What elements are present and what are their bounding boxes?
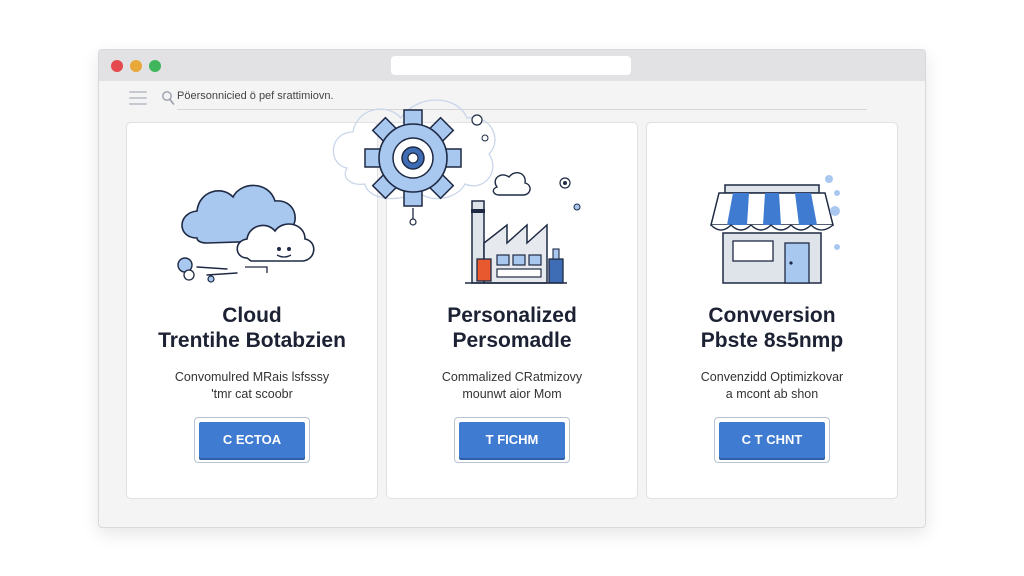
hamburger-menu-icon[interactable] [129, 91, 147, 105]
card-desc-line-2: mounwt aior Mom [462, 387, 562, 401]
card-title: Personalized Persomadle [387, 303, 637, 353]
minimize-window-button[interactable] [130, 60, 142, 72]
toolbar: Pöersonnicied ö pef srattimiovn. [99, 81, 925, 115]
card-cta-button[interactable]: C ECTOA [194, 417, 310, 463]
browser-window: Pöersonnicied ö pef srattimiovn. Cloud T… [98, 49, 926, 528]
card-cta-label[interactable]: T FICHM [459, 422, 565, 458]
card-title-line-2: Persomadle [452, 329, 572, 352]
close-window-button[interactable] [111, 60, 123, 72]
card-desc-line-1: Commalized CRatmizovy [441, 370, 583, 384]
maximize-window-button[interactable] [149, 60, 161, 72]
card-desc-line-2: 'tmr cat scoobr [211, 387, 293, 401]
card-title-line-1: Cloud [222, 304, 282, 327]
card-desc-line-1: Convomulred MRais lsfsssy [174, 370, 330, 384]
card-description: Commalized CRatmizovy mounwt aior Mom [387, 369, 637, 403]
search-query-text[interactable]: Pöersonnicied ö pef srattimiovn. [177, 90, 334, 102]
card-title-line-1: Personalized [447, 304, 577, 327]
search-underline [177, 109, 867, 110]
address-bar[interactable] [391, 56, 631, 75]
gear-icon [332, 99, 496, 226]
card-title-line-2: Pbste 8s5nmp [700, 329, 844, 352]
card-cta-button[interactable]: C T CHNT [714, 417, 830, 463]
card-cta-label[interactable]: C T CHNT [719, 422, 825, 458]
card-description: Convenzidd Optimizkovar a mcont ab shon [647, 369, 897, 403]
cloud-icon [177, 184, 315, 283]
card-title-line-1: Convversion [708, 304, 836, 327]
card-title-line-2: Trentihe Botabzien [158, 329, 346, 352]
storefront-icon [710, 175, 840, 284]
card-desc-line-1: Convenzidd Optimizkovar [700, 370, 844, 384]
card-title: Cloud Trentihe Botabzien [127, 303, 377, 353]
card-conversion: Convversion Pbste 8s5nmp Convenzidd Opti… [646, 122, 898, 499]
card-description: Convomulred MRais lsfsssy 'tmr cat scoob… [127, 369, 377, 403]
title-bar [99, 50, 925, 81]
card-title: Convversion Pbste 8s5nmp [647, 303, 897, 353]
card-desc-line-2: a mcont ab shon [725, 387, 819, 401]
card-cta-button[interactable]: T FICHM [454, 417, 570, 463]
card-cta-label[interactable]: C ECTOA [199, 422, 305, 458]
search-icon[interactable] [161, 90, 175, 106]
